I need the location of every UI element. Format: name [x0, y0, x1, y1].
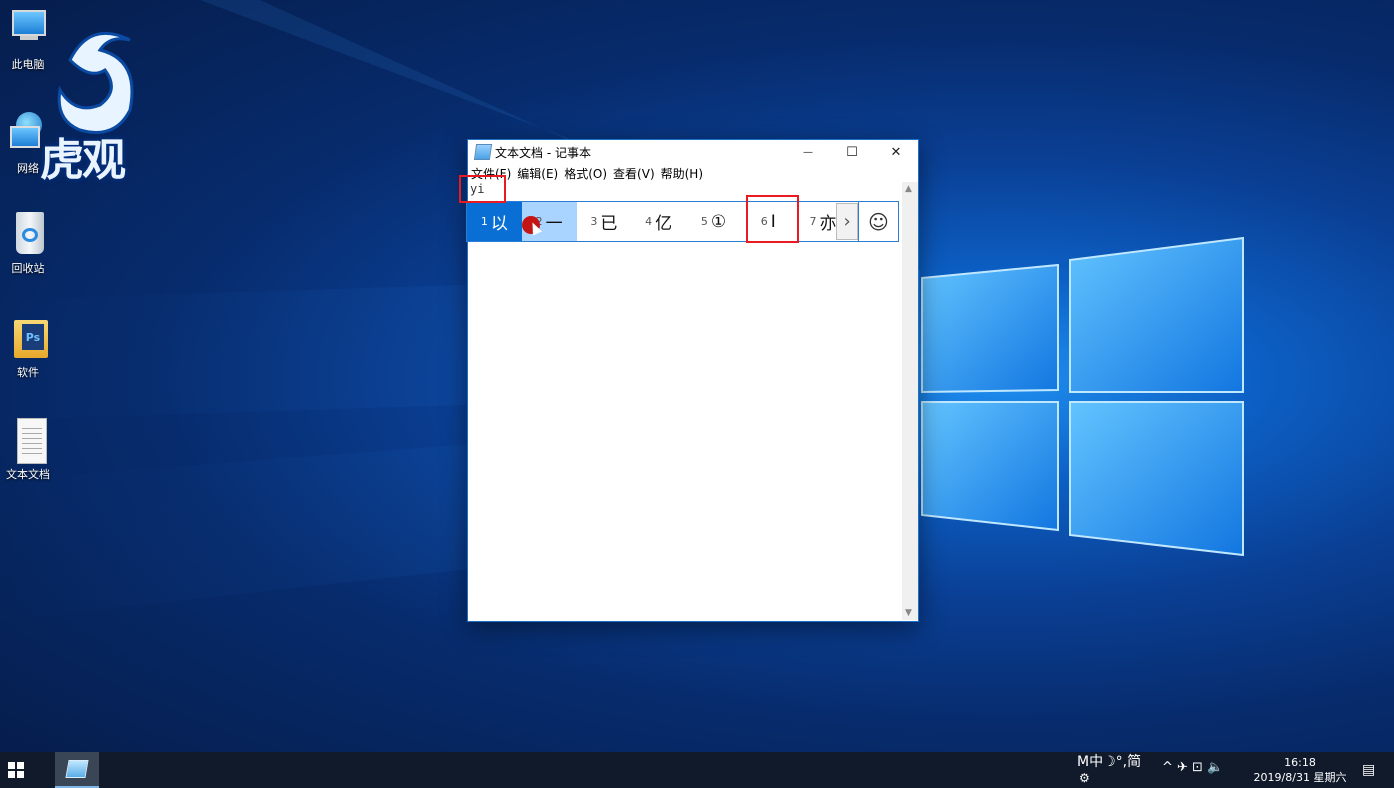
candidate-text: 已: [600, 214, 618, 234]
title-bar[interactable]: 文本文档 - 记事本 — ☐ ✕: [468, 140, 918, 164]
text-editor[interactable]: yi: [468, 182, 902, 620]
vertical-scrollbar[interactable]: ▲ ▼: [902, 182, 918, 620]
candidate-5[interactable]: 5①: [686, 202, 741, 241]
highlight-box-composition: [459, 175, 506, 203]
candidate-number: 1: [480, 215, 488, 228]
start-button[interactable]: [0, 752, 32, 788]
minimize-button[interactable]: —: [786, 140, 830, 164]
candidate-text: 亿: [655, 214, 673, 234]
menu-view[interactable]: 查看(V): [613, 165, 655, 182]
ime-status-indicator[interactable]: M中☽°,简: [1077, 754, 1141, 770]
emoji-button[interactable]: ☺: [857, 202, 898, 241]
close-button[interactable]: ✕: [874, 140, 918, 164]
clock-time: 16:18: [1284, 756, 1316, 769]
recycle-bin-icon: [8, 212, 48, 256]
desktop-icon-text-document[interactable]: 文本文档: [0, 418, 56, 482]
network-icon: [8, 112, 48, 156]
desktop-icon-label: 软件: [17, 366, 39, 379]
notepad-icon: [473, 144, 493, 160]
candidate-3[interactable]: 3已: [577, 202, 632, 241]
windows-logo-icon: [8, 762, 24, 778]
window-title: 文本文档 - 记事本: [495, 145, 591, 160]
notepad-icon: [65, 760, 89, 778]
clock-date: 2019/8/31 星期六: [1253, 771, 1347, 784]
taskbar-notepad-button[interactable]: [55, 752, 99, 788]
system-tray-icons[interactable]: ^ ✈ ⊡ 🔈: [1162, 760, 1223, 775]
desktop-icon-computer[interactable]: 此电脑: [0, 8, 56, 72]
ime-settings-gear-icon[interactable]: ⚙: [1079, 771, 1090, 785]
candidate-text: 以: [490, 214, 508, 234]
next-page-chevron-icon[interactable]: ›: [836, 203, 858, 240]
desktop-icon-label: 网络: [17, 162, 39, 175]
highlight-box-candidate-6: [746, 195, 799, 243]
desktop-icon-label: 此电脑: [11, 58, 45, 71]
maximize-button[interactable]: ☐: [830, 140, 874, 164]
desktop-icon-network[interactable]: 网络: [0, 112, 56, 176]
candidate-number: 5: [700, 215, 708, 228]
notification-center-icon[interactable]: ▤: [1362, 762, 1375, 778]
folder-icon: Ps: [8, 316, 48, 360]
menu-help[interactable]: 帮助(H): [661, 165, 703, 182]
computer-icon: [8, 8, 48, 52]
candidate-number: 3: [590, 215, 598, 228]
candidate-4[interactable]: 4亿: [631, 202, 686, 241]
desktop-icon-recycle-bin[interactable]: 回收站: [0, 212, 56, 276]
candidate-1[interactable]: 1以: [467, 202, 522, 241]
desktop-icon-label: 文本文档: [6, 468, 50, 481]
taskbar: M中☽°,简 ⚙ ^ ✈ ⊡ 🔈 16:18 2019/8/31 星期六 ▤: [0, 752, 1394, 788]
text-document-icon: [8, 418, 48, 464]
clock[interactable]: 16:18 2019/8/31 星期六: [1250, 755, 1350, 785]
menu-bar: 文件(F) 编辑(E) 格式(O) 查看(V) 帮助(H): [468, 164, 918, 182]
candidate-text: ①: [710, 211, 727, 232]
desktop-icon-software[interactable]: Ps 软件: [0, 316, 56, 380]
candidate-number: 7: [809, 215, 817, 228]
menu-format[interactable]: 格式(O): [564, 165, 607, 182]
candidate-text: 亦: [819, 214, 837, 234]
menu-edit[interactable]: 编辑(E): [517, 165, 558, 182]
scroll-up-icon[interactable]: ▲: [905, 184, 912, 194]
desktop-icon-label: 回收站: [11, 262, 45, 275]
candidate-number: 4: [645, 215, 653, 228]
candidate-text: 一: [545, 214, 563, 234]
scroll-down-icon[interactable]: ▼: [905, 608, 912, 618]
